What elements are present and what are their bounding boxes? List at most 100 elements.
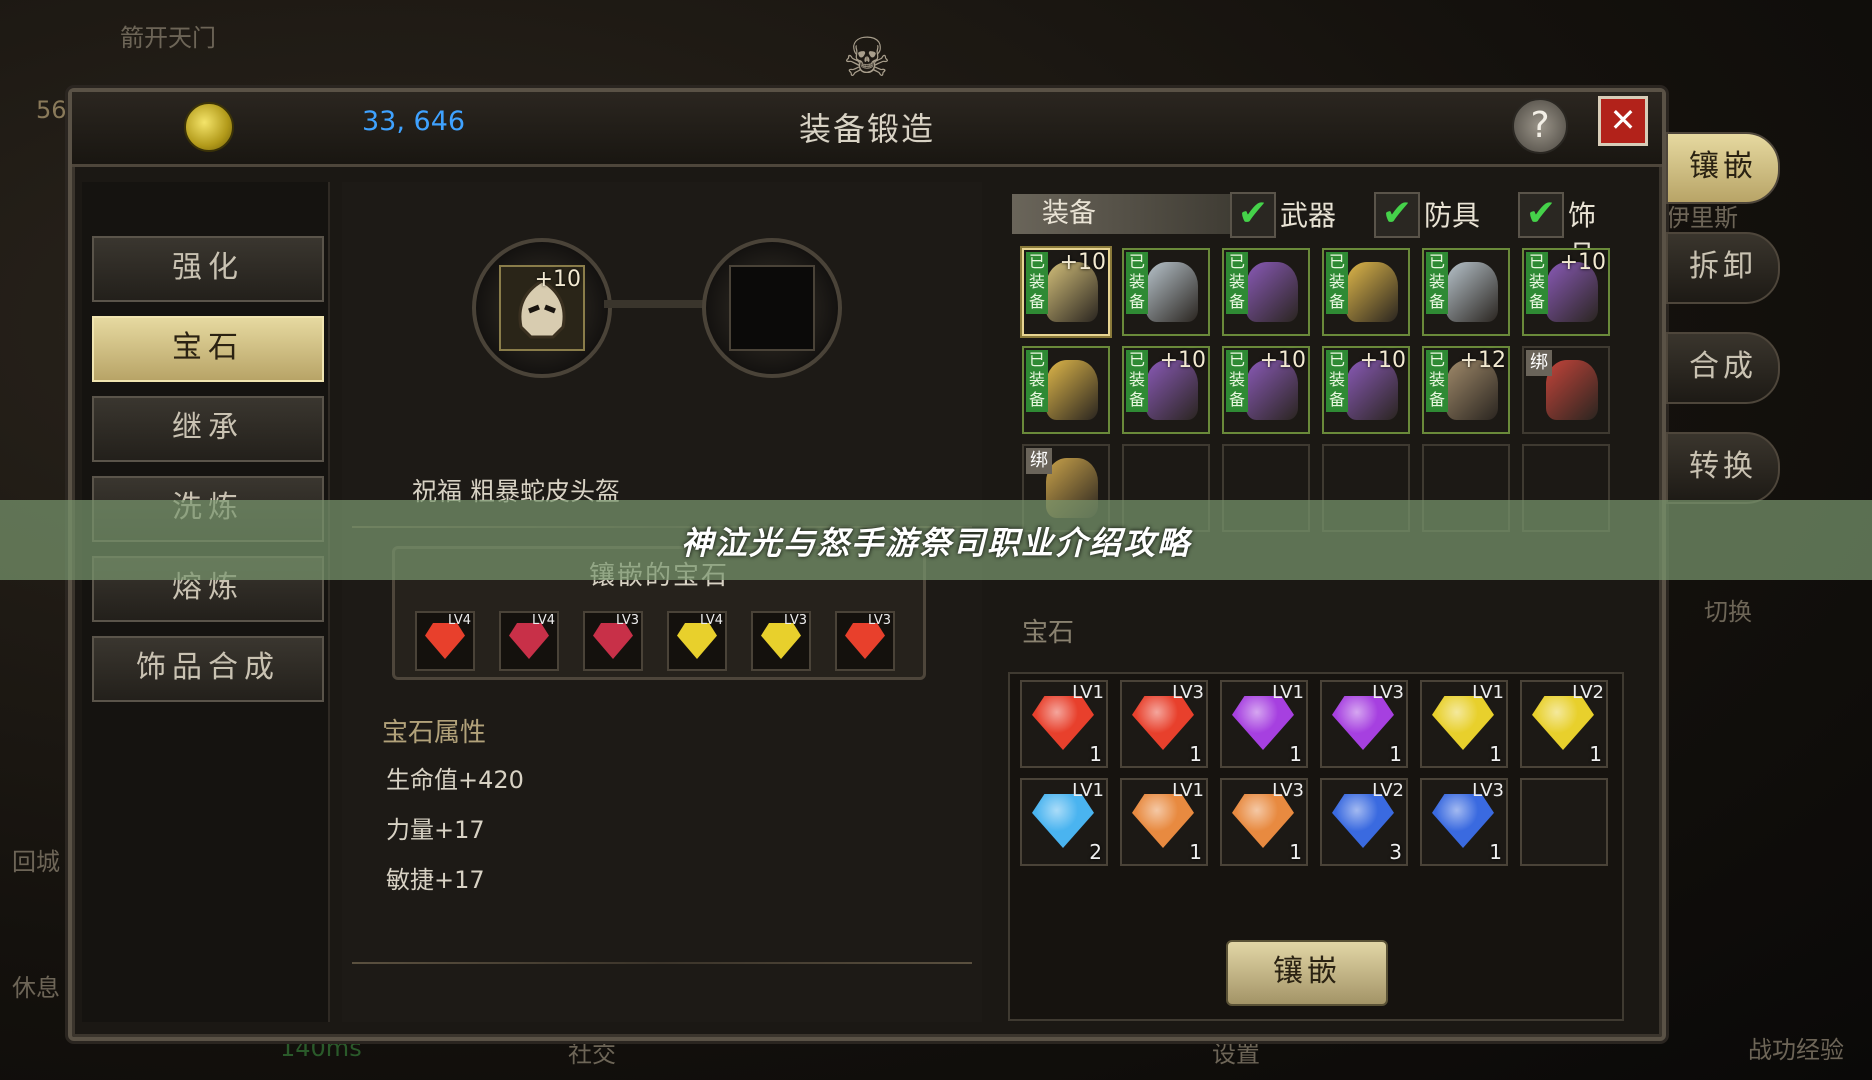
enhance-level: +10 bbox=[1359, 348, 1406, 373]
weapon-filter-label: 武器 bbox=[1280, 199, 1337, 232]
inlaid-gem-slot[interactable]: LV4 bbox=[667, 611, 727, 671]
gem-icon bbox=[425, 623, 465, 659]
hud-home-button[interactable]: 回城 bbox=[12, 842, 60, 877]
equipped-tag: 已装备 bbox=[1026, 252, 1048, 314]
inlaid-gem-slot[interactable]: LV4 bbox=[499, 611, 559, 671]
gem-count: 3 bbox=[1389, 840, 1402, 864]
gem-inventory-slot[interactable]: LV1 2 bbox=[1020, 778, 1108, 866]
gem-count: 1 bbox=[1389, 742, 1402, 766]
gem-inventory-slot[interactable]: LV3 1 bbox=[1320, 680, 1408, 768]
target-item-slot[interactable]: +10 bbox=[499, 265, 585, 351]
slot-connector bbox=[604, 300, 704, 308]
equipment-slot[interactable]: 已装备 bbox=[1422, 248, 1510, 336]
gem-icon bbox=[761, 623, 801, 659]
divider-bottom bbox=[352, 962, 972, 964]
gem-level: LV3 bbox=[1372, 682, 1404, 703]
equipment-grid: 已装备 +10 已装备 已装备 已装备 已装备 已装备 +10 已装备 已装备 +10 已装备 +10 已… bbox=[1012, 242, 1622, 542]
equipment-item-icon bbox=[1446, 262, 1498, 322]
center-panel: +10 祝福 粗暴蛇皮头盔 镶嵌的宝石 LV4LV4LV3LV4LV3LV3 宝… bbox=[342, 182, 982, 1022]
side-tab-2[interactable]: 合成 bbox=[1666, 332, 1780, 404]
inlay-button[interactable]: 镶嵌 bbox=[1226, 940, 1388, 1006]
gem-inventory-slot[interactable]: LV1 1 bbox=[1220, 680, 1308, 768]
nav-tab-5[interactable]: 饰品合成 bbox=[92, 636, 324, 702]
gem-count: 2 bbox=[1089, 840, 1102, 864]
gem-level: LV3 bbox=[1272, 780, 1304, 801]
gem-inventory-slot[interactable]: LV3 1 bbox=[1420, 778, 1508, 866]
hud-switch-button[interactable]: 切换 bbox=[1704, 592, 1752, 627]
equipped-tag: 已装备 bbox=[1426, 252, 1448, 314]
hud-battle-exp: 战功经验 bbox=[1748, 1036, 1844, 1064]
gem-inventory-slot[interactable]: LV1 1 bbox=[1420, 680, 1508, 768]
filter-bar: 装备 ✔ 武器 ✔ 防具 ✔ 饰品 bbox=[1012, 188, 1612, 272]
nav-tab-0[interactable]: 强化 bbox=[92, 236, 324, 302]
gem-inventory-slot[interactable]: LV1 1 bbox=[1120, 778, 1208, 866]
equipment-slot[interactable]: 已装备 bbox=[1122, 248, 1210, 336]
equipment-slot[interactable]: 已装备 +10 bbox=[1322, 346, 1410, 434]
gem-attr-title: 宝石属性 bbox=[382, 718, 487, 748]
gem-inventory-slot[interactable]: LV2 3 bbox=[1320, 778, 1408, 866]
equipped-tag: 已装备 bbox=[1126, 350, 1148, 412]
gem-icon bbox=[677, 623, 717, 659]
equipment-slot[interactable]: 已装备 bbox=[1322, 248, 1410, 336]
banner-title: 神泣光与怒手游祭司职业介绍攻略 bbox=[680, 524, 1191, 562]
equipment-slot[interactable]: 绑 bbox=[1522, 346, 1610, 434]
gem-inventory-slot[interactable]: LV1 1 bbox=[1020, 680, 1108, 768]
inlaid-gem-slot[interactable]: LV4 bbox=[415, 611, 475, 671]
side-tab-3[interactable]: 转换 bbox=[1666, 432, 1780, 504]
gem-inventory-slot[interactable]: LV3 1 bbox=[1120, 680, 1208, 768]
attr-strength: 力量+17 bbox=[386, 816, 485, 844]
equipment-item-icon bbox=[1346, 262, 1398, 322]
gem-count: 1 bbox=[1089, 742, 1102, 766]
gem-icon bbox=[1332, 794, 1394, 848]
gem-level: LV1 bbox=[1272, 682, 1304, 703]
equipment-slot[interactable]: 已装备 +12 bbox=[1422, 346, 1510, 434]
equipment-slot[interactable]: 已装备 +10 bbox=[1122, 346, 1210, 434]
enhance-level: +10 bbox=[1559, 250, 1606, 275]
hud-rest-button[interactable]: 休息 bbox=[12, 968, 60, 1003]
gem-level: LV3 bbox=[1172, 682, 1204, 703]
gem-icon bbox=[845, 623, 885, 659]
gem-count: 1 bbox=[1489, 742, 1502, 766]
gem-icon bbox=[1532, 696, 1594, 750]
bound-tag: 绑 bbox=[1526, 350, 1552, 376]
gem-count: 1 bbox=[1589, 742, 1602, 766]
weapon-checkbox[interactable]: ✔ bbox=[1230, 192, 1276, 238]
accessory-checkbox[interactable]: ✔ bbox=[1518, 192, 1564, 238]
equipment-slot[interactable]: 已装备 +10 bbox=[1522, 248, 1610, 336]
gem-inventory-slot[interactable]: LV3 1 bbox=[1220, 778, 1308, 866]
help-button[interactable]: ? bbox=[1512, 98, 1568, 154]
nav-tab-2[interactable]: 继承 bbox=[92, 396, 324, 462]
inlaid-gem-slot[interactable]: LV3 bbox=[835, 611, 895, 671]
side-tab-1[interactable]: 拆卸 bbox=[1666, 232, 1780, 304]
equipment-slot[interactable]: 已装备 +10 bbox=[1022, 248, 1110, 336]
equipped-tag: 已装备 bbox=[1126, 252, 1148, 314]
inlaid-gem-slot[interactable]: LV3 bbox=[583, 611, 643, 671]
bound-tag: 绑 bbox=[1026, 448, 1052, 474]
gem-icon bbox=[1032, 794, 1094, 848]
target-plus-level: +10 bbox=[534, 267, 581, 292]
gem-count: 1 bbox=[1189, 840, 1202, 864]
equipped-tag: 已装备 bbox=[1526, 252, 1548, 314]
close-button[interactable]: ✕ bbox=[1598, 96, 1648, 146]
gem-level: LV3 bbox=[784, 613, 807, 628]
equipment-item-icon bbox=[1546, 360, 1598, 420]
inlaid-gem-slot[interactable]: LV3 bbox=[751, 611, 811, 671]
equipment-item-icon bbox=[1146, 262, 1198, 322]
window-title: 装备锻造 bbox=[798, 110, 935, 148]
equipped-tag: 已装备 bbox=[1326, 350, 1348, 412]
armor-checkbox[interactable]: ✔ bbox=[1374, 192, 1420, 238]
gem-icon bbox=[1232, 696, 1294, 750]
gem-inventory-slot[interactable]: LV2 1 bbox=[1520, 680, 1608, 768]
equipment-slot[interactable]: 已装备 bbox=[1022, 346, 1110, 434]
equip-category-label: 装备 bbox=[1012, 194, 1262, 234]
article-banner: 神泣光与怒手游祭司职业介绍攻略 bbox=[0, 500, 1872, 580]
equipment-slot[interactable]: 已装备 bbox=[1222, 248, 1310, 336]
hud-level: 56 bbox=[36, 96, 67, 124]
title-bar: ☠ 33, 646 装备锻造 ? ✕ bbox=[72, 26, 1662, 167]
gem-level: LV1 bbox=[1072, 780, 1104, 801]
equipment-slot[interactable]: 已装备 +10 bbox=[1222, 346, 1310, 434]
side-tab-0[interactable]: 镶嵌 bbox=[1666, 132, 1780, 204]
nav-tab-1[interactable]: 宝石 bbox=[92, 316, 324, 382]
gem-icon bbox=[1432, 794, 1494, 848]
equipped-tag: 已装备 bbox=[1026, 350, 1048, 412]
